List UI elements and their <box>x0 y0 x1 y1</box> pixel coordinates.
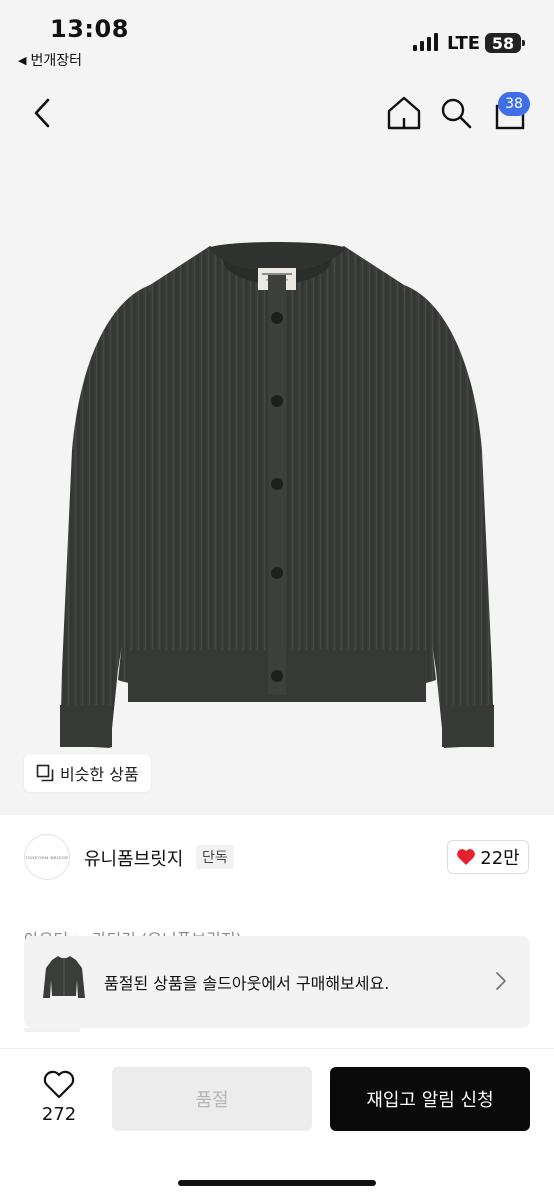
home-indicator[interactable] <box>178 1180 376 1186</box>
similar-products-button[interactable]: 비슷한 상품 <box>24 754 151 792</box>
favorite-count: 272 <box>41 1104 77 1125</box>
store-name[interactable]: 유니폼브릿지 <box>84 845 183 871</box>
search-icon[interactable] <box>438 94 474 132</box>
exclusive-badge: 단독 <box>196 845 234 869</box>
battery-icon: 58 <box>485 33 525 53</box>
similar-items-icon <box>36 764 54 782</box>
signal-icon <box>413 33 438 51</box>
status-time: 13:08 <box>50 15 129 43</box>
status-bar: 13:08 ◀ 번개장터 LTE 58 <box>0 0 554 80</box>
cardigan-image <box>60 242 494 748</box>
similar-products-label: 비슷한 상품 <box>60 765 139 784</box>
network-label: LTE <box>447 33 481 54</box>
chevron-right-icon <box>496 972 506 990</box>
divider <box>24 1028 80 1032</box>
store-logo-text: UNIFORM BRIDGE <box>25 854 69 860</box>
back-to-app-link[interactable]: ◀ 번개장터 <box>18 50 82 70</box>
heart-filled-icon <box>457 849 476 865</box>
product-image[interactable] <box>0 150 554 815</box>
top-nav <box>0 80 554 150</box>
home-icon[interactable] <box>385 94 423 132</box>
restock-alert-button[interactable]: 재입고 알림 신청 <box>330 1067 530 1131</box>
back-triangle-icon: ◀ <box>18 53 27 67</box>
back-arrow-icon[interactable] <box>28 96 58 130</box>
store-like-count: 22만 <box>480 848 520 869</box>
back-app-label: 번개장터 <box>30 53 82 69</box>
banner-thumbnail <box>43 956 85 998</box>
store-logo[interactable]: UNIFORM BRIDGE <box>24 834 70 880</box>
cart-count-badge: 38 <box>498 92 530 116</box>
heart-outline-icon[interactable] <box>42 1070 76 1100</box>
soldout-button: 품절 <box>112 1067 312 1131</box>
store-like-button[interactable]: 22만 <box>447 840 529 874</box>
soldout-banner-text: 품절된 상품을 솔드아웃에서 구매해보세요. <box>104 974 390 993</box>
soldout-banner[interactable]: 품절된 상품을 솔드아웃에서 구매해보세요. <box>24 936 530 1028</box>
